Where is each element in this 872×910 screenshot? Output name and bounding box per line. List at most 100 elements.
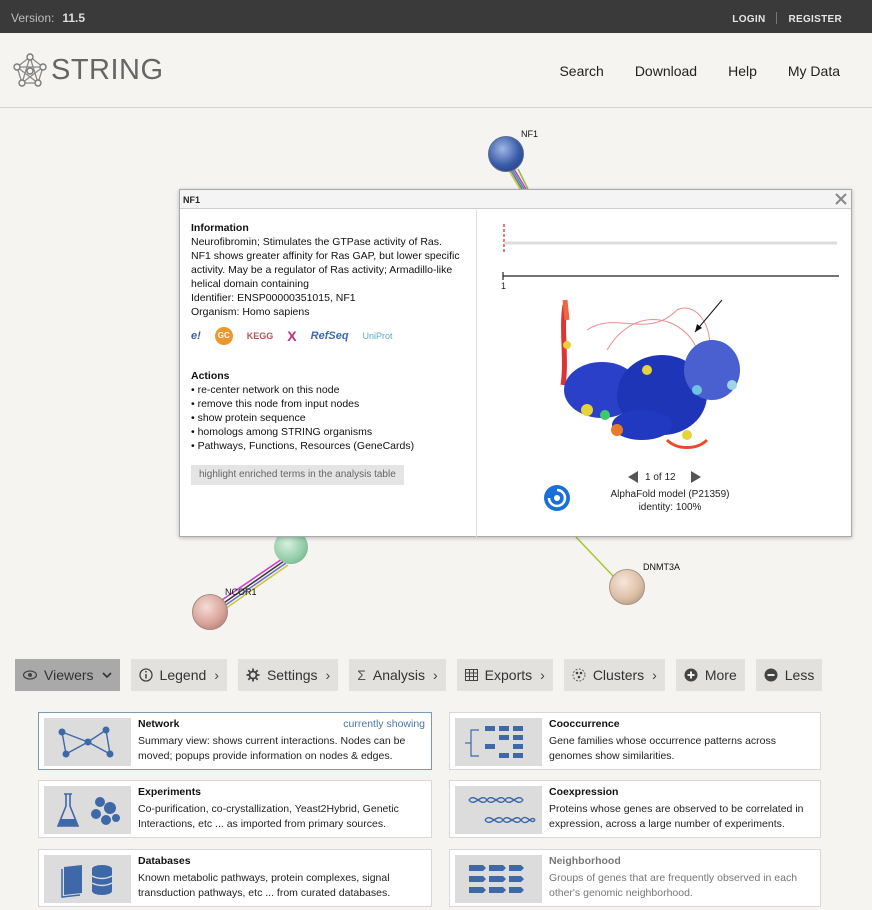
viewer-description: Known metabolic pathways, protein comple… <box>138 872 391 899</box>
action-recenter[interactable]: • re-center network on this node <box>191 383 461 397</box>
more-label: More <box>704 667 737 683</box>
analysis-label: Analysis <box>372 667 425 683</box>
popup-structure-panel: 1 1 of 12 AlphaFold model (P21359) ident… <box>477 210 853 537</box>
viewer-title: Cooccurrence <box>549 718 620 730</box>
next-structure-icon[interactable] <box>690 471 702 483</box>
viewer-card-network[interactable]: Network currently showing Summary view: … <box>38 712 432 770</box>
legend-button[interactable]: Legend › <box>130 659 227 691</box>
neighborhood-thumbnail-icon <box>455 855 542 903</box>
register-link[interactable]: REGISTER <box>788 14 842 25</box>
kegg-logo[interactable]: KEGG <box>247 329 274 343</box>
uniprot-logo[interactable]: UniProt <box>363 329 393 343</box>
viewers-button[interactable]: Viewers <box>15 659 120 691</box>
divider <box>776 12 778 24</box>
popup-title: NF1 <box>180 190 851 209</box>
viewer-card-databases[interactable]: Databases Known metabolic pathways, prot… <box>38 849 432 907</box>
viewer-title: Network <box>138 718 180 730</box>
currently-showing-badge: currently showing <box>343 718 425 730</box>
nav-my-data[interactable]: My Data <box>788 63 840 79</box>
plus-circle-icon <box>684 668 698 682</box>
viewer-title: Neighborhood <box>549 855 621 867</box>
site-header: STRING Search Download Help My Data <box>0 33 872 108</box>
action-show-sequence[interactable]: • show protein sequence <box>191 411 461 425</box>
login-link[interactable]: LOGIN <box>732 14 765 25</box>
more-button[interactable]: More <box>675 659 745 691</box>
node-ncor1[interactable] <box>192 594 228 630</box>
viewer-toolbar: Viewers Legend › Settings › Σ Analysis ›… <box>15 659 833 691</box>
chevron-right-icon: › <box>540 667 545 683</box>
viewer-card-experiments[interactable]: Experiments Co-purification, co-crystall… <box>38 780 432 838</box>
exports-button[interactable]: Exports › <box>456 659 553 691</box>
prev-structure-icon[interactable] <box>627 471 639 483</box>
viewer-title: Coexpression <box>549 786 619 798</box>
nav-search[interactable]: Search <box>559 63 603 79</box>
popup-info-panel: Information Neurofibromin; Stimulates th… <box>191 221 461 485</box>
account-links: LOGIN REGISTER <box>732 12 842 25</box>
experiments-thumbnail-icon <box>44 786 131 834</box>
viewer-card-coexpression[interactable]: Coexpression Proteins whose genes are ob… <box>449 780 821 838</box>
clusters-label: Clusters <box>592 667 645 683</box>
network-thumbnail-icon <box>44 718 131 766</box>
genecards-logo[interactable]: GC <box>214 327 233 345</box>
node-label-dnmt3a: DNMT3A <box>643 562 681 572</box>
sequence-start-label: 1 <box>501 281 507 291</box>
nav-help[interactable]: Help <box>728 63 757 79</box>
main-nav: Search Download Help My Data <box>528 63 840 79</box>
close-icon[interactable] <box>834 192 848 206</box>
coexpression-thumbnail-icon <box>455 786 542 834</box>
chevron-right-icon: › <box>652 667 657 683</box>
settings-button[interactable]: Settings › <box>237 659 339 691</box>
viewer-description: Co-purification, co-crystallization, Yea… <box>138 803 399 830</box>
structure-identity-label: identity: 100% <box>638 502 702 513</box>
viewer-description: Proteins whose genes are observed to be … <box>549 803 804 830</box>
highlight-terms-button[interactable]: highlight enriched terms in the analysis… <box>191 465 404 485</box>
chevron-right-icon: › <box>325 667 331 683</box>
actions-list: • re-center network on this node • remov… <box>191 383 461 453</box>
action-pathways[interactable]: • Pathways, Functions, Resources (GeneCa… <box>191 439 461 453</box>
action-homologs[interactable]: • homologs among STRING organisms <box>191 425 461 439</box>
chevron-right-icon: › <box>433 667 438 683</box>
version-number: 11.5 <box>62 11 86 25</box>
sequence-track <box>502 224 839 280</box>
info-heading: Information <box>191 222 249 234</box>
gear-icon <box>246 668 260 682</box>
top-bar: Version: 11.5 LOGIN REGISTER <box>0 0 872 33</box>
less-label: Less <box>784 667 815 683</box>
refseq-logo[interactable]: RefSeq <box>311 329 349 343</box>
database-links: e! GC KEGG X RefSeq UniProt <box>191 325 461 347</box>
minus-circle-icon <box>764 668 778 682</box>
x-db-logo[interactable]: X <box>287 329 296 343</box>
genecards-logo-text: GC <box>217 331 230 340</box>
settings-label: Settings <box>266 667 318 683</box>
less-button[interactable]: Less <box>755 659 823 691</box>
viewer-title: Experiments <box>138 786 202 798</box>
actions-heading: Actions <box>191 370 230 382</box>
analysis-button[interactable]: Σ Analysis › <box>349 659 446 691</box>
protein-description: Neurofibromin; Stimulates the GTPase act… <box>191 236 460 290</box>
protein-organism: Organism: Homo sapiens <box>191 306 310 318</box>
node-label-ncor1: NCOR1 <box>225 587 257 597</box>
info-icon <box>138 668 153 682</box>
action-remove-node[interactable]: • remove this node from input nodes <box>191 397 461 411</box>
viewer-card-neighborhood[interactable]: Neighborhood Groups of genes that are fr… <box>449 849 821 907</box>
sigma-icon: Σ <box>357 667 366 683</box>
string-logo[interactable]: STRING <box>13 53 164 87</box>
viewer-card-cooccurrence[interactable]: Cooccurrence Gene families whose occurre… <box>449 712 821 770</box>
protein-structure-image[interactable] <box>547 290 767 460</box>
nav-download[interactable]: Download <box>635 63 697 79</box>
chevron-right-icon: › <box>214 667 219 683</box>
cluster-icon <box>572 668 586 682</box>
viewers-label: Viewers <box>44 667 94 683</box>
ensembl-logo[interactable]: e! <box>191 329 201 343</box>
node-dnmt3a[interactable] <box>609 569 645 605</box>
viewer-description: Gene families whose occurrence patterns … <box>549 735 777 762</box>
node-nf1[interactable] <box>488 136 524 172</box>
node-label-nf1: NF1 <box>521 129 539 139</box>
cooccurrence-thumbnail-icon <box>455 718 542 766</box>
eye-icon <box>23 670 37 680</box>
clusters-button[interactable]: Clusters › <box>563 659 665 691</box>
string-network-icon <box>13 53 47 87</box>
exports-label: Exports <box>484 667 533 683</box>
structure-model-label: AlphaFold model (P21359) <box>610 489 730 500</box>
version-info: Version: 11.5 <box>11 11 85 25</box>
